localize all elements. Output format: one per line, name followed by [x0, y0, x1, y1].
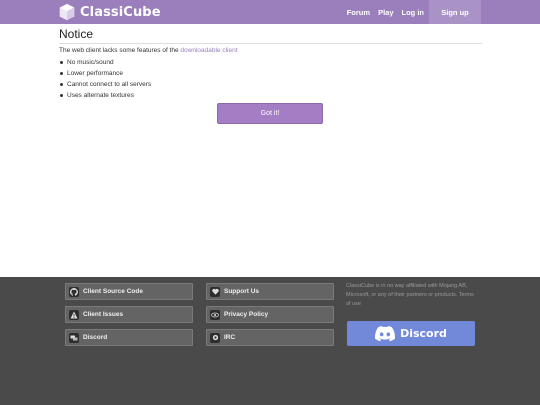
heart-icon: [210, 286, 220, 297]
irc-icon: [210, 332, 220, 343]
cube-logo-icon: [59, 3, 75, 21]
signup-button[interactable]: Sign up: [429, 0, 481, 24]
link-label: Client Source Code: [83, 288, 143, 295]
nav-login-link[interactable]: Log in: [402, 8, 425, 17]
missing-features-list: No music/sound Lower performance Cannot …: [59, 57, 482, 101]
site-logo[interactable]: ClassiCube: [58, 2, 161, 22]
eye-icon: [210, 309, 220, 320]
discord-banner-button[interactable]: Discord: [347, 321, 475, 346]
brand-name: ClassiCube: [80, 4, 161, 20]
chat-icon: [69, 332, 79, 343]
privacy-policy-link[interactable]: Privacy Policy: [206, 306, 334, 323]
link-label: Discord: [83, 334, 108, 341]
warning-icon: [69, 309, 79, 320]
discord-banner-label: Discord: [400, 327, 447, 340]
irc-link[interactable]: IRC: [206, 329, 334, 346]
list-item: Lower performance: [59, 68, 482, 79]
list-item: No music/sound: [59, 57, 482, 68]
main-nav: Forum Play Log in: [347, 0, 424, 24]
page-title: Notice: [59, 27, 482, 44]
disclaimer-text: ClassiCube is in no way affiliated with …: [346, 283, 468, 298]
legal-disclaimer: ClassiCube is in no way affiliated with …: [346, 282, 476, 309]
link-label: Client Issues: [83, 311, 124, 318]
link-label: Support Us: [224, 288, 260, 295]
nav-forum-link[interactable]: Forum: [347, 8, 370, 17]
list-item: Uses alternate textures: [59, 90, 482, 101]
notice-panel: Notice The web client lacks some feature…: [59, 24, 482, 124]
intro-text: The web client lacks some features of th…: [59, 47, 181, 54]
got-it-button[interactable]: Got it!: [217, 103, 323, 124]
support-us-link[interactable]: Support Us: [206, 283, 334, 300]
discord-logo-icon: [375, 326, 396, 341]
footer: Client Source Code Support Us Client Iss…: [0, 277, 540, 405]
notice-intro: The web client lacks some features of th…: [59, 47, 482, 54]
downloadable-client-link[interactable]: downloadable client: [180, 47, 237, 54]
discord-link[interactable]: Discord: [65, 329, 193, 346]
github-icon: [69, 286, 79, 297]
client-source-code-link[interactable]: Client Source Code: [65, 283, 193, 300]
link-label: IRC: [224, 334, 236, 341]
client-issues-link[interactable]: Client Issues: [65, 306, 193, 323]
nav-play-link[interactable]: Play: [378, 8, 393, 17]
list-item: Cannot connect to all servers: [59, 79, 482, 90]
link-label: Privacy Policy: [224, 311, 269, 318]
top-nav-bar: ClassiCube Forum Play Log in Sign up: [0, 0, 540, 24]
